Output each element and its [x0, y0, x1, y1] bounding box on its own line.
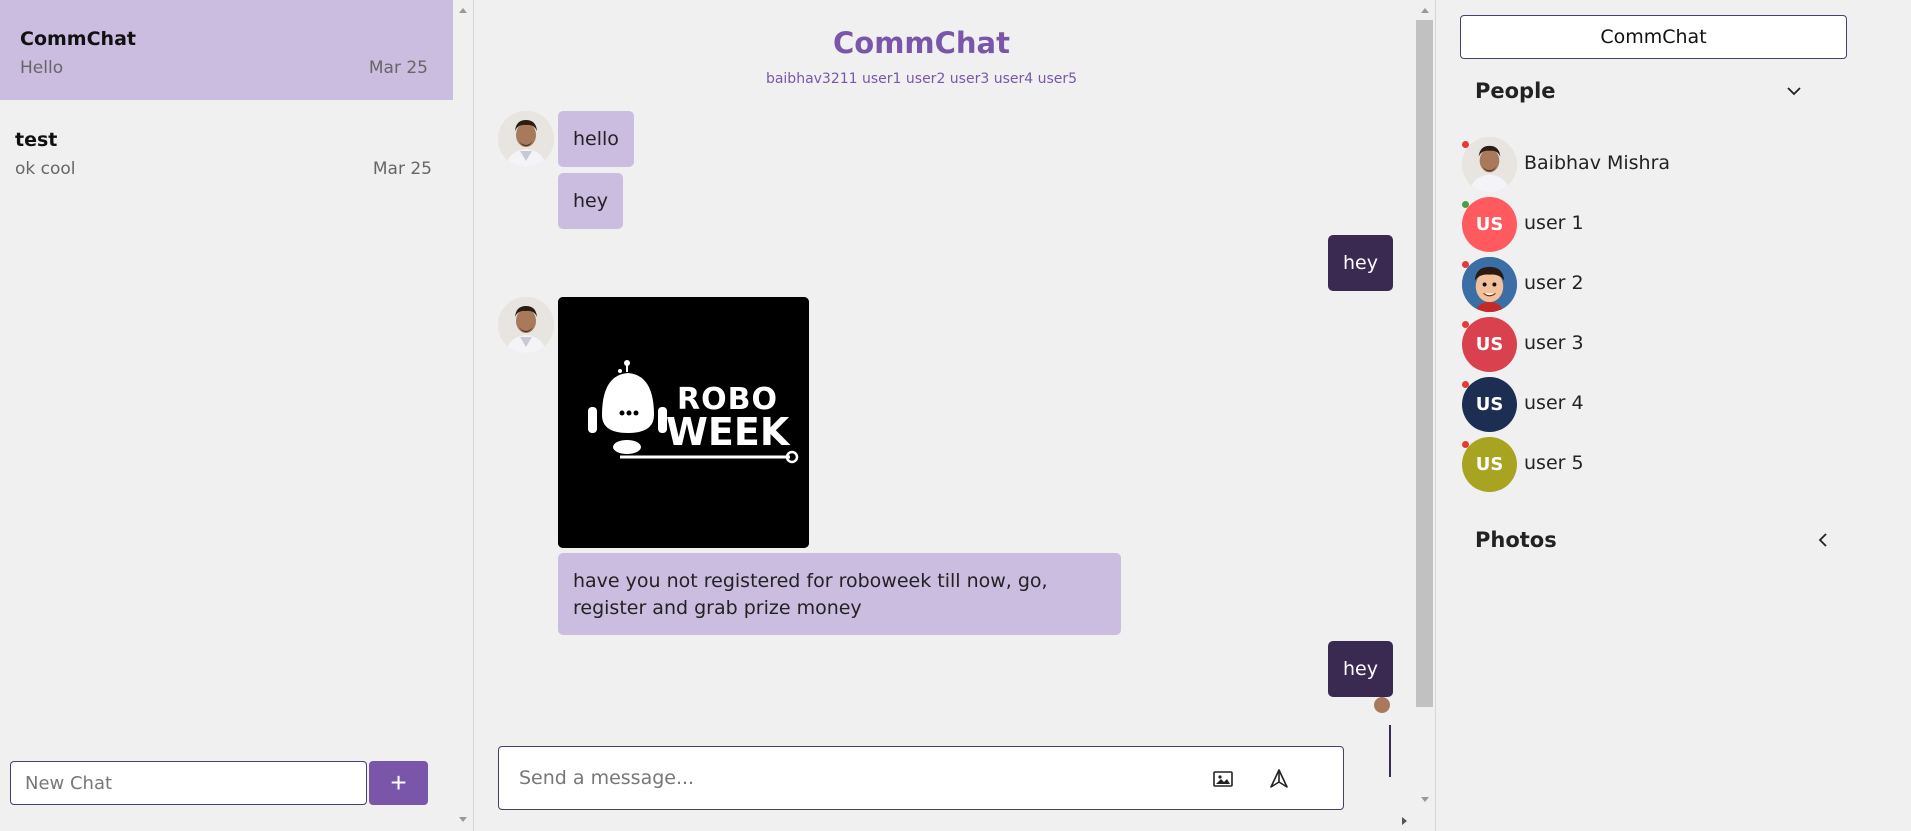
chat-title: CommChat [832, 26, 1010, 60]
status-dot [1462, 321, 1469, 328]
person-item[interactable]: Baibhav Mishra [1462, 137, 1762, 193]
chat-list-scrollbar[interactable] [455, 0, 472, 831]
roboweek-logo-image: ROBO WEEK [558, 297, 809, 548]
avatar: US [1462, 317, 1517, 372]
chat-list-item-test[interactable]: test ok cool Mar 25 [0, 103, 453, 203]
status-dot [1462, 201, 1469, 208]
avatar: US [1462, 437, 1517, 492]
person-item[interactable]: US user 5 [1462, 437, 1762, 493]
avatar [1462, 257, 1517, 312]
add-chat-button[interactable]: + [369, 761, 428, 805]
status-dot [1462, 381, 1469, 388]
chat-scrollbar-thumb[interactable] [1416, 20, 1433, 707]
person-name: Baibhav Mishra [1524, 152, 1671, 174]
person-name: user 2 [1524, 272, 1584, 294]
person-name: user 3 [1524, 332, 1584, 354]
chevron-down-icon[interactable] [1787, 84, 1801, 98]
chat-members: baibhav3211 user1 user2 user3 user4 user… [765, 71, 1078, 87]
status-dot [1462, 441, 1469, 448]
new-chat-input[interactable] [10, 761, 367, 805]
message-input[interactable] [519, 747, 1199, 809]
person-name: user 4 [1524, 392, 1584, 414]
scroll-down-arrow-icon[interactable] [459, 817, 467, 822]
people-section-header[interactable]: People [1475, 79, 1556, 103]
person-item[interactable]: US user 4 [1462, 377, 1762, 433]
scroll-up-arrow-icon[interactable] [1421, 8, 1429, 13]
message-bubble: hey [558, 173, 623, 229]
read-receipt-avatar [1374, 697, 1390, 713]
person-name: user 5 [1524, 452, 1584, 474]
message-bubble-own: hey [1328, 641, 1393, 697]
person-item[interactable]: US user 3 [1462, 317, 1762, 373]
chat-list-item-commchat[interactable]: CommChat Hello Mar 25 [0, 0, 453, 100]
scroll-edge-indicator [1389, 725, 1391, 777]
chat-list-sidebar: CommChat Hello Mar 25 test ok cool Mar 2… [0, 0, 474, 831]
scroll-up-arrow-icon[interactable] [459, 8, 467, 13]
chat-list-item-date: Mar 25 [372, 159, 432, 179]
message-composer [498, 746, 1344, 810]
sender-avatar [498, 111, 554, 167]
message-bubble: hello [558, 111, 634, 167]
person-photo-icon [1462, 137, 1517, 192]
app-window: CommChat Hello Mar 25 test ok cool Mar 2… [0, 0, 1911, 831]
avatar [1462, 137, 1517, 192]
chat-details-panel: CommChat People Baibhav Mishra US user 1… [1437, 0, 1911, 831]
person-item[interactable]: US user 1 [1462, 197, 1762, 253]
chat-list-item-preview: ok cool [15, 159, 76, 179]
status-dot [1462, 141, 1469, 148]
send-icon[interactable] [1267, 767, 1291, 791]
chat-list-item-name: test [15, 129, 58, 151]
avatar: US [1462, 377, 1517, 432]
person-item[interactable]: user 2 [1462, 257, 1762, 313]
chat-list-item-preview: Hello [20, 58, 64, 78]
chat-name-button[interactable]: CommChat [1460, 15, 1847, 59]
logo-text-week: WEEK [666, 410, 791, 454]
chat-panel: CommChat baibhav3211 user1 user2 user3 u… [475, 0, 1436, 831]
scroll-right-arrow-icon[interactable] [1402, 817, 1407, 825]
message-bubble: have you not registered for roboweek til… [558, 553, 1121, 635]
person-photo-icon [498, 297, 554, 353]
chevron-left-icon[interactable] [1816, 533, 1830, 547]
scroll-down-arrow-icon[interactable] [1421, 797, 1429, 802]
message-bubble-own: hey [1328, 235, 1393, 291]
image-upload-icon[interactable] [1211, 767, 1235, 791]
chat-list-item-name: CommChat [20, 28, 136, 50]
person-photo-icon [498, 111, 554, 167]
person-name: user 1 [1524, 212, 1584, 234]
status-dot [1462, 261, 1469, 268]
avatar: US [1462, 197, 1517, 252]
chat-list-item-date: Mar 25 [368, 58, 428, 78]
image-message[interactable]: ROBO WEEK [558, 297, 809, 548]
sender-avatar [498, 297, 554, 353]
photos-section-header[interactable]: Photos [1475, 528, 1557, 552]
cartoon-face-icon [1462, 257, 1517, 312]
